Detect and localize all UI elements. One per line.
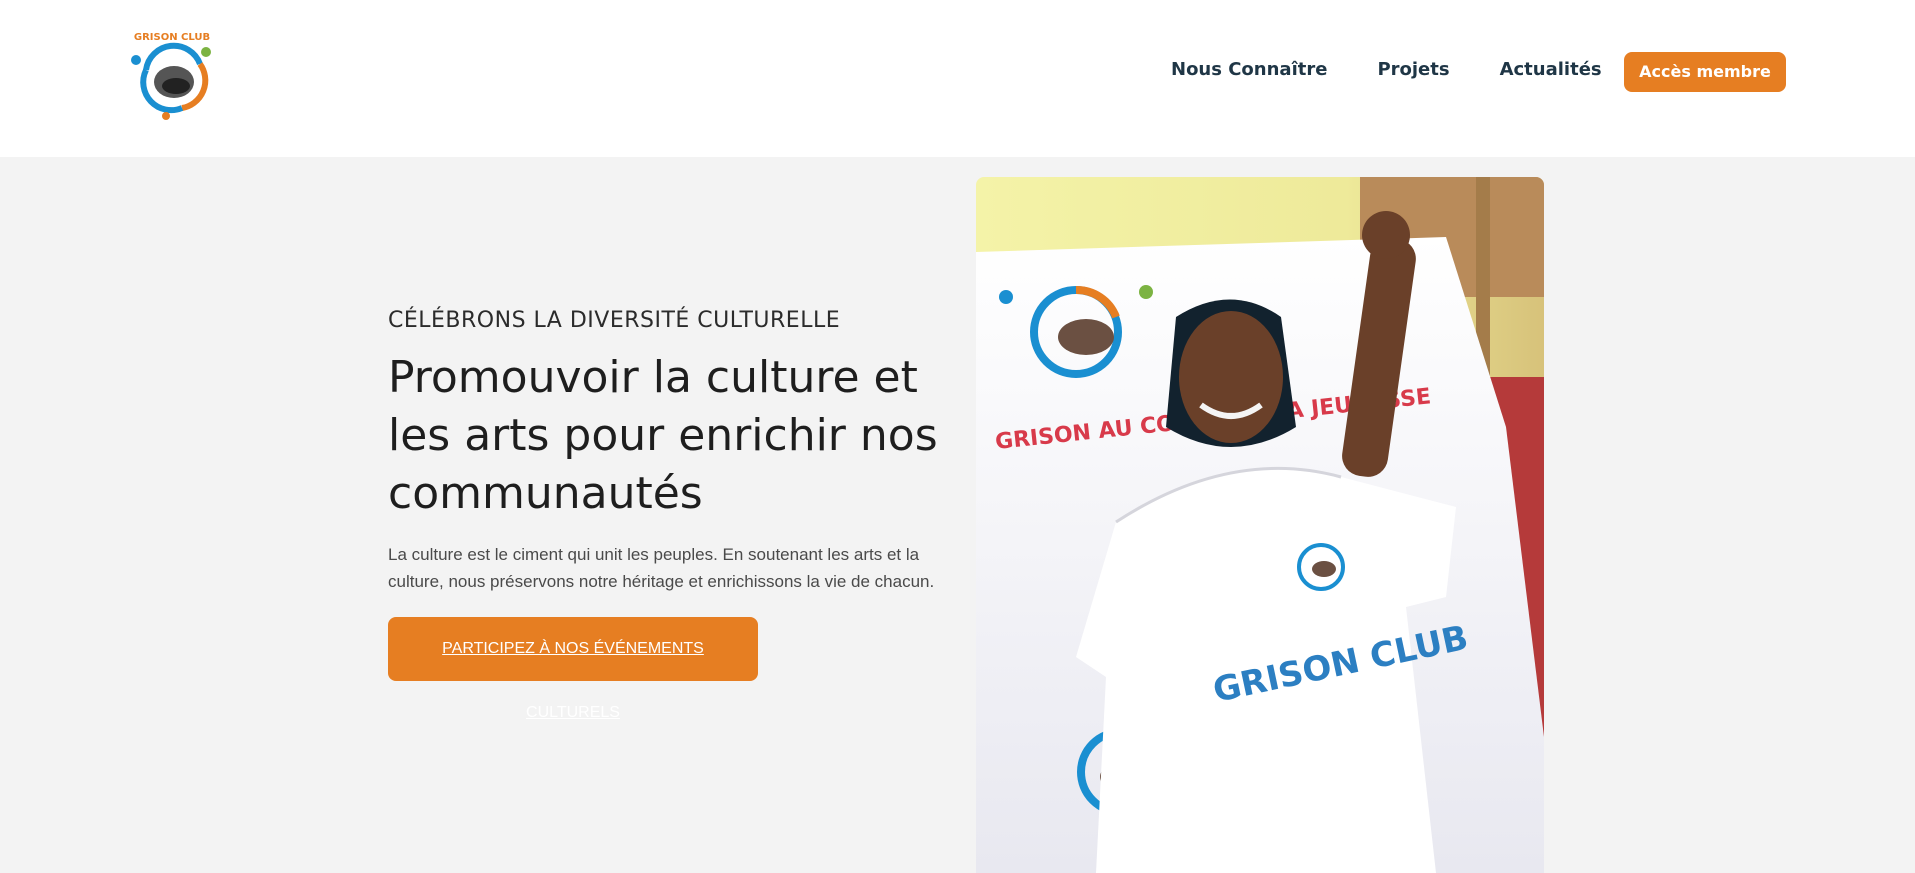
cultural-events-button[interactable]: PARTICIPEZ À NOS ÉVÉNEMENTS CULTURELS bbox=[388, 617, 758, 721]
logo-text: GRISON CLUB bbox=[134, 32, 210, 43]
hero-image: GRISON AU COEUR DE LA JEUNESSE GRISON CL… bbox=[976, 177, 1544, 873]
logo-emblem-icon: GRISON CLUB bbox=[131, 32, 211, 120]
hero-eyebrow: CÉLÉBRONS LA DIVERSITÉ CULTURELLE bbox=[388, 308, 841, 333]
hero-content: CÉLÉBRONS LA DIVERSITÉ CULTURELLE Promou… bbox=[388, 300, 948, 722]
nav-actualites[interactable]: Actualités bbox=[1500, 52, 1602, 88]
hero-photo: GRISON AU COEUR DE LA JEUNESSE GRISON CL… bbox=[976, 177, 1544, 873]
main-navigation: Nous Connaître Projets Actualités Accès … bbox=[1171, 52, 1786, 92]
site-header: GRISON CLUB Nous Connaître Projets Actua… bbox=[0, 0, 1915, 157]
nav-nous-connaitre[interactable]: Nous Connaître bbox=[1171, 52, 1327, 88]
hero-title: Promouvoir la culture et les arts pour e… bbox=[388, 349, 948, 523]
hero-description: La culture est le ciment qui unit les pe… bbox=[388, 545, 935, 591]
member-access-button[interactable]: Accès membre bbox=[1624, 52, 1786, 92]
hero-title-line-1: Promouvoir la culture et bbox=[388, 352, 918, 403]
nav-projets[interactable]: Projets bbox=[1377, 52, 1449, 88]
hero-title-line-3: communautés bbox=[388, 468, 703, 519]
grison-club-logo[interactable]: GRISON CLUB bbox=[126, 30, 218, 122]
hero-title-line-2: les arts pour enrichir nos bbox=[388, 410, 938, 461]
